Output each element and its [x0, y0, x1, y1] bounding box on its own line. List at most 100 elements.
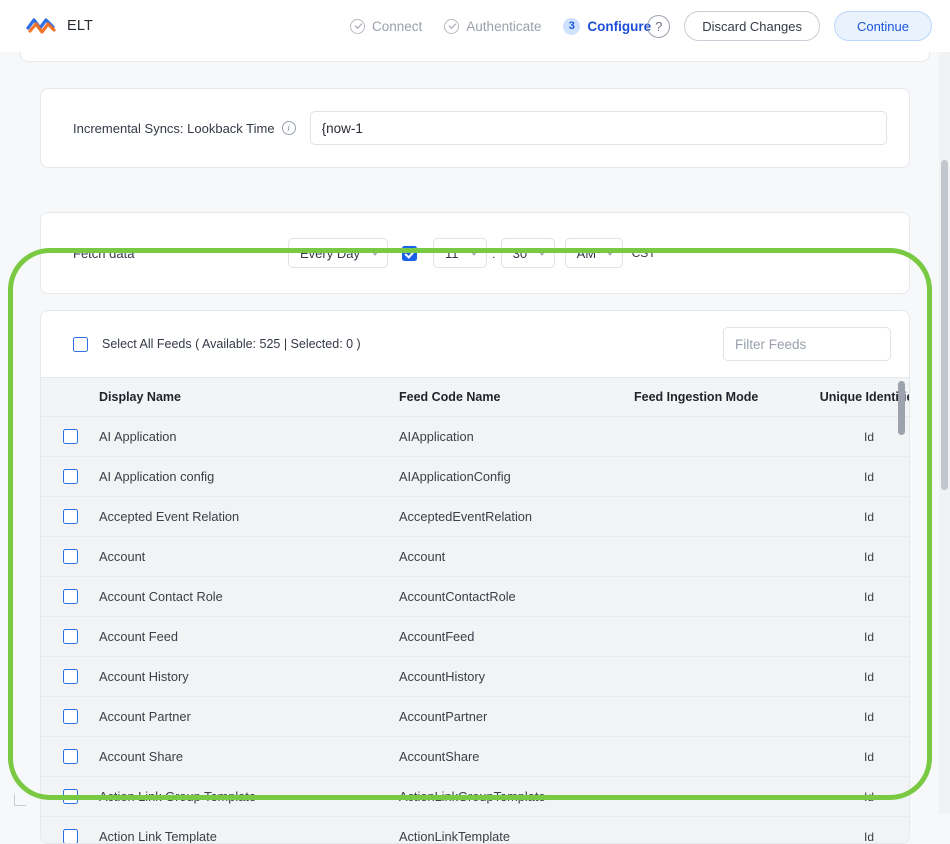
check-circle-icon: [444, 18, 460, 34]
table-row[interactable]: Action Link Template ActionLinkTemplate Id: [41, 817, 909, 843]
table-row[interactable]: Account Feed AccountFeed Id: [41, 617, 909, 657]
question-mark-icon[interactable]: ?: [647, 14, 671, 38]
step-configure[interactable]: 3 Configure: [563, 17, 652, 35]
filter-feeds-input[interactable]: [723, 327, 891, 361]
lookback-label-group: Incremental Syncs: Lookback Time i: [73, 121, 296, 136]
cell-unique-identifier: Id: [863, 629, 874, 644]
row-checkbox-cell[interactable]: [41, 749, 99, 764]
brand: ELT: [26, 15, 93, 37]
lookback-time-card: Incremental Syncs: Lookback Time i: [40, 88, 910, 168]
row-checkbox-cell[interactable]: [41, 829, 99, 843]
cell-display-name: Account Feed: [99, 629, 178, 644]
feed-row-checkbox[interactable]: [62, 509, 78, 524]
chevron-down-icon: [605, 250, 614, 256]
step-authenticate-label: Authenticate: [466, 18, 542, 34]
feed-row-checkbox[interactable]: [62, 789, 78, 804]
row-checkbox-cell[interactable]: [41, 549, 99, 564]
cell-unique-identifier: Id: [863, 509, 874, 524]
feeds-toolbar: Select All Feeds ( Available: 525 | Sele…: [41, 311, 909, 377]
cell-display-name: Account Partner: [99, 709, 191, 724]
cell-unique-identifier: Id: [863, 829, 874, 844]
top-app-bar: ELT Connect Authenticate 3 Configure ? D…: [0, 0, 950, 52]
row-checkbox-cell[interactable]: [41, 589, 99, 604]
cell-feed-code-name: AcceptedEventRelation: [399, 509, 533, 524]
step-connect[interactable]: Connect: [350, 18, 422, 34]
column-unique-identifier: Unique Identifier: [819, 390, 909, 404]
table-row[interactable]: Accepted Event Relation AcceptedEventRela…: [41, 497, 909, 537]
column-display-name: Display Name: [99, 390, 181, 404]
row-checkbox-cell[interactable]: [41, 629, 99, 644]
cell-feed-code-name: AIApplicationConfig: [399, 469, 511, 484]
table-row[interactable]: Action Link Group Template ActionLinkGrou…: [41, 777, 909, 817]
step-authenticate[interactable]: Authenticate: [444, 18, 542, 34]
cell-display-name: Accepted Event Relation: [99, 509, 240, 524]
info-icon[interactable]: i: [281, 121, 296, 135]
feed-row-checkbox[interactable]: [62, 829, 78, 843]
cell-unique-identifier: Id: [863, 429, 874, 444]
feeds-table-body: AI Application AIApplication Id AI Applicat…: [41, 417, 909, 843]
fetch-minute-select[interactable]: 30: [500, 238, 555, 268]
brand-name: ELT: [67, 18, 94, 34]
step-configure-label: Configure: [587, 18, 652, 34]
column-feed-ingestion-mode: Feed Ingestion Mode: [634, 390, 759, 404]
row-checkbox-cell[interactable]: [41, 669, 99, 684]
row-checkbox-cell[interactable]: [41, 789, 99, 804]
lookback-time-input[interactable]: [309, 111, 887, 145]
feed-row-checkbox[interactable]: [62, 549, 78, 564]
feeds-table: Display Name Feed Code Name Feed Ingesti…: [41, 377, 909, 843]
page-scrollbar-thumb[interactable]: [941, 160, 948, 490]
select-all-feeds-checkbox[interactable]: [73, 336, 88, 352]
lookback-label: Incremental Syncs: Lookback Time: [73, 120, 275, 136]
cell-unique-identifier: Id: [863, 789, 874, 804]
cell-display-name: Action Link Group Template: [99, 789, 256, 804]
select-all-feeds-label: Select All Feeds ( Available: 525 | Sele…: [102, 337, 361, 351]
column-feed-code-name: Feed Code Name: [399, 390, 501, 404]
fetch-frequency-select[interactable]: Every Day: [288, 238, 388, 268]
fetch-hour-select[interactable]: 11: [433, 238, 487, 268]
chevron-down-icon: [371, 250, 379, 256]
row-checkbox-cell[interactable]: [41, 709, 99, 724]
time-separator: :: [492, 245, 496, 261]
cell-display-name: Account Contact Role: [99, 589, 223, 604]
top-bar-actions: ? Discard Changes Continue: [647, 0, 932, 52]
table-row[interactable]: Account Account Id: [41, 537, 909, 577]
feed-row-checkbox[interactable]: [62, 669, 78, 684]
fetch-meridiem-select[interactable]: AM: [564, 238, 623, 268]
feed-row-checkbox[interactable]: [62, 749, 78, 764]
cell-display-name: AI Application config: [99, 469, 215, 484]
step-number-badge: 3: [563, 17, 581, 35]
feed-row-checkbox[interactable]: [62, 629, 78, 644]
fetch-enabled-checkbox[interactable]: [402, 245, 417, 261]
feeds-table-header: Display Name Feed Code Name Feed Ingesti…: [41, 377, 909, 417]
row-checkbox-cell[interactable]: [41, 429, 99, 444]
feed-row-checkbox[interactable]: [62, 469, 78, 484]
wizard-steps: Connect Authenticate 3 Configure: [350, 0, 651, 52]
table-row[interactable]: AI Application AIApplication Id: [41, 417, 909, 457]
cell-feed-code-name: AccountShare: [399, 749, 480, 764]
row-checkbox-cell[interactable]: [41, 509, 99, 524]
table-row[interactable]: Account Partner AccountPartner Id: [41, 697, 909, 737]
row-checkbox-cell[interactable]: [41, 469, 99, 484]
cell-unique-identifier: Id: [863, 469, 874, 484]
feed-row-checkbox[interactable]: [62, 429, 78, 444]
table-row[interactable]: Account Share AccountShare Id: [41, 737, 909, 777]
fetch-minute-value: 30: [512, 245, 528, 261]
check-circle-icon: [350, 18, 365, 34]
cell-unique-identifier: Id: [863, 669, 874, 684]
feeds-table-scrollbar-thumb[interactable]: [898, 381, 905, 435]
fetch-frequency-value: Every Day: [300, 245, 360, 261]
cell-feed-code-name: AccountContactRole: [399, 589, 516, 604]
continue-button[interactable]: Continue: [833, 11, 932, 41]
cell-feed-code-name: AccountHistory: [399, 669, 486, 684]
discard-changes-button[interactable]: Discard Changes: [684, 11, 820, 41]
table-row[interactable]: AI Application config AIApplicationConfig…: [41, 457, 909, 497]
cell-display-name: Action Link Template: [99, 829, 217, 843]
feed-row-checkbox[interactable]: [62, 589, 78, 604]
cell-feed-code-name: AccountPartner: [399, 709, 488, 724]
chevron-down-icon: [537, 250, 546, 256]
table-row[interactable]: Account History AccountHistory Id: [41, 657, 909, 697]
table-row[interactable]: Account Contact Role AccountContactRole Id: [41, 577, 909, 617]
feed-row-checkbox[interactable]: [62, 709, 78, 724]
cell-unique-identifier: Id: [863, 589, 874, 604]
fetch-hour-value: 11: [445, 245, 459, 261]
